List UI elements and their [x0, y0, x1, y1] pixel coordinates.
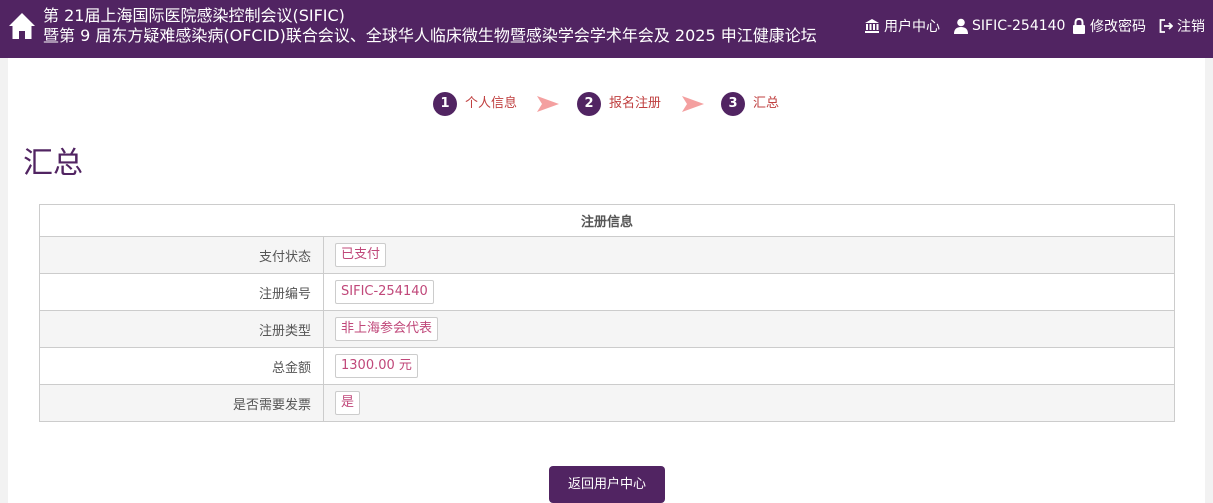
- total-amount-value: 1300.00 元: [335, 354, 418, 378]
- table-row: 注册类型 非上海参会代表: [39, 310, 1175, 348]
- main-content: 1 个人信息 2 报名注册 3 汇总 汇总 注册信息 支付状态 已支付 注册编号…: [8, 58, 1205, 503]
- top-header: 第 21届上海国际医院感染控制会议(SIFIC) 暨第 9 届东方疑难感染病(O…: [0, 0, 1213, 58]
- registration-type-value: 非上海参会代表: [335, 317, 439, 341]
- table-row: 是否需要发票 是: [39, 384, 1175, 422]
- nav-change-password-label: 修改密码: [1090, 19, 1146, 35]
- step-1-number: 1: [433, 92, 457, 116]
- table-header: 注册信息: [39, 204, 1175, 237]
- registration-number-label: 注册编号: [39, 273, 324, 311]
- arrow-right-icon: [682, 96, 704, 112]
- arrow-right-icon: [537, 96, 559, 112]
- back-to-user-center-button[interactable]: 返回用户中心: [549, 466, 665, 503]
- invoice-required-value: 是: [335, 391, 361, 415]
- home-icon[interactable]: [8, 11, 36, 41]
- conference-title-line1: 第 21届上海国际医院感染控制会议(SIFIC): [43, 6, 345, 25]
- bank-icon: [865, 19, 879, 33]
- conference-title-line2: 暨第 9 届东方疑难感染病(OFCID)联合会议、全球华人临床微生物暨感染学会学…: [43, 26, 817, 45]
- registration-info-table: 注册信息 支付状态 已支付 注册编号 SIFIC-254140 注册类型 非上海…: [39, 204, 1175, 422]
- nav-user-id[interactable]: SIFIC-254140: [954, 16, 1065, 36]
- total-amount-label: 总金额: [39, 347, 324, 385]
- user-icon: [954, 18, 968, 34]
- nav-change-password[interactable]: 修改密码: [1072, 16, 1146, 36]
- payment-status-label: 支付状态: [39, 236, 324, 274]
- nav-user-center[interactable]: 用户中心: [864, 16, 940, 36]
- lock-icon: [1073, 18, 1085, 34]
- registration-type-label: 注册类型: [39, 310, 324, 348]
- invoice-required-label: 是否需要发票: [39, 384, 324, 422]
- nav-user-center-label: 用户中心: [884, 19, 940, 35]
- step-3-number: 3: [721, 92, 745, 116]
- nav-logout-label: 注销: [1177, 19, 1205, 35]
- step-3-label: 汇总: [753, 96, 780, 111]
- step-2-label: 报名注册: [609, 96, 662, 111]
- logout-icon: [1159, 19, 1173, 33]
- table-row: 注册编号 SIFIC-254140: [39, 273, 1175, 311]
- table-row: 支付状态 已支付: [39, 236, 1175, 274]
- payment-status-value: 已支付: [335, 243, 387, 267]
- step-2-number: 2: [577, 92, 601, 116]
- step-1-label: 个人信息: [465, 96, 518, 111]
- nav-logout[interactable]: 注销: [1159, 16, 1205, 36]
- page-title: 汇总: [23, 146, 83, 181]
- table-row: 总金额 1300.00 元: [39, 347, 1175, 385]
- nav-user-id-label: SIFIC-254140: [972, 18, 1066, 34]
- registration-number-value: SIFIC-254140: [335, 280, 434, 304]
